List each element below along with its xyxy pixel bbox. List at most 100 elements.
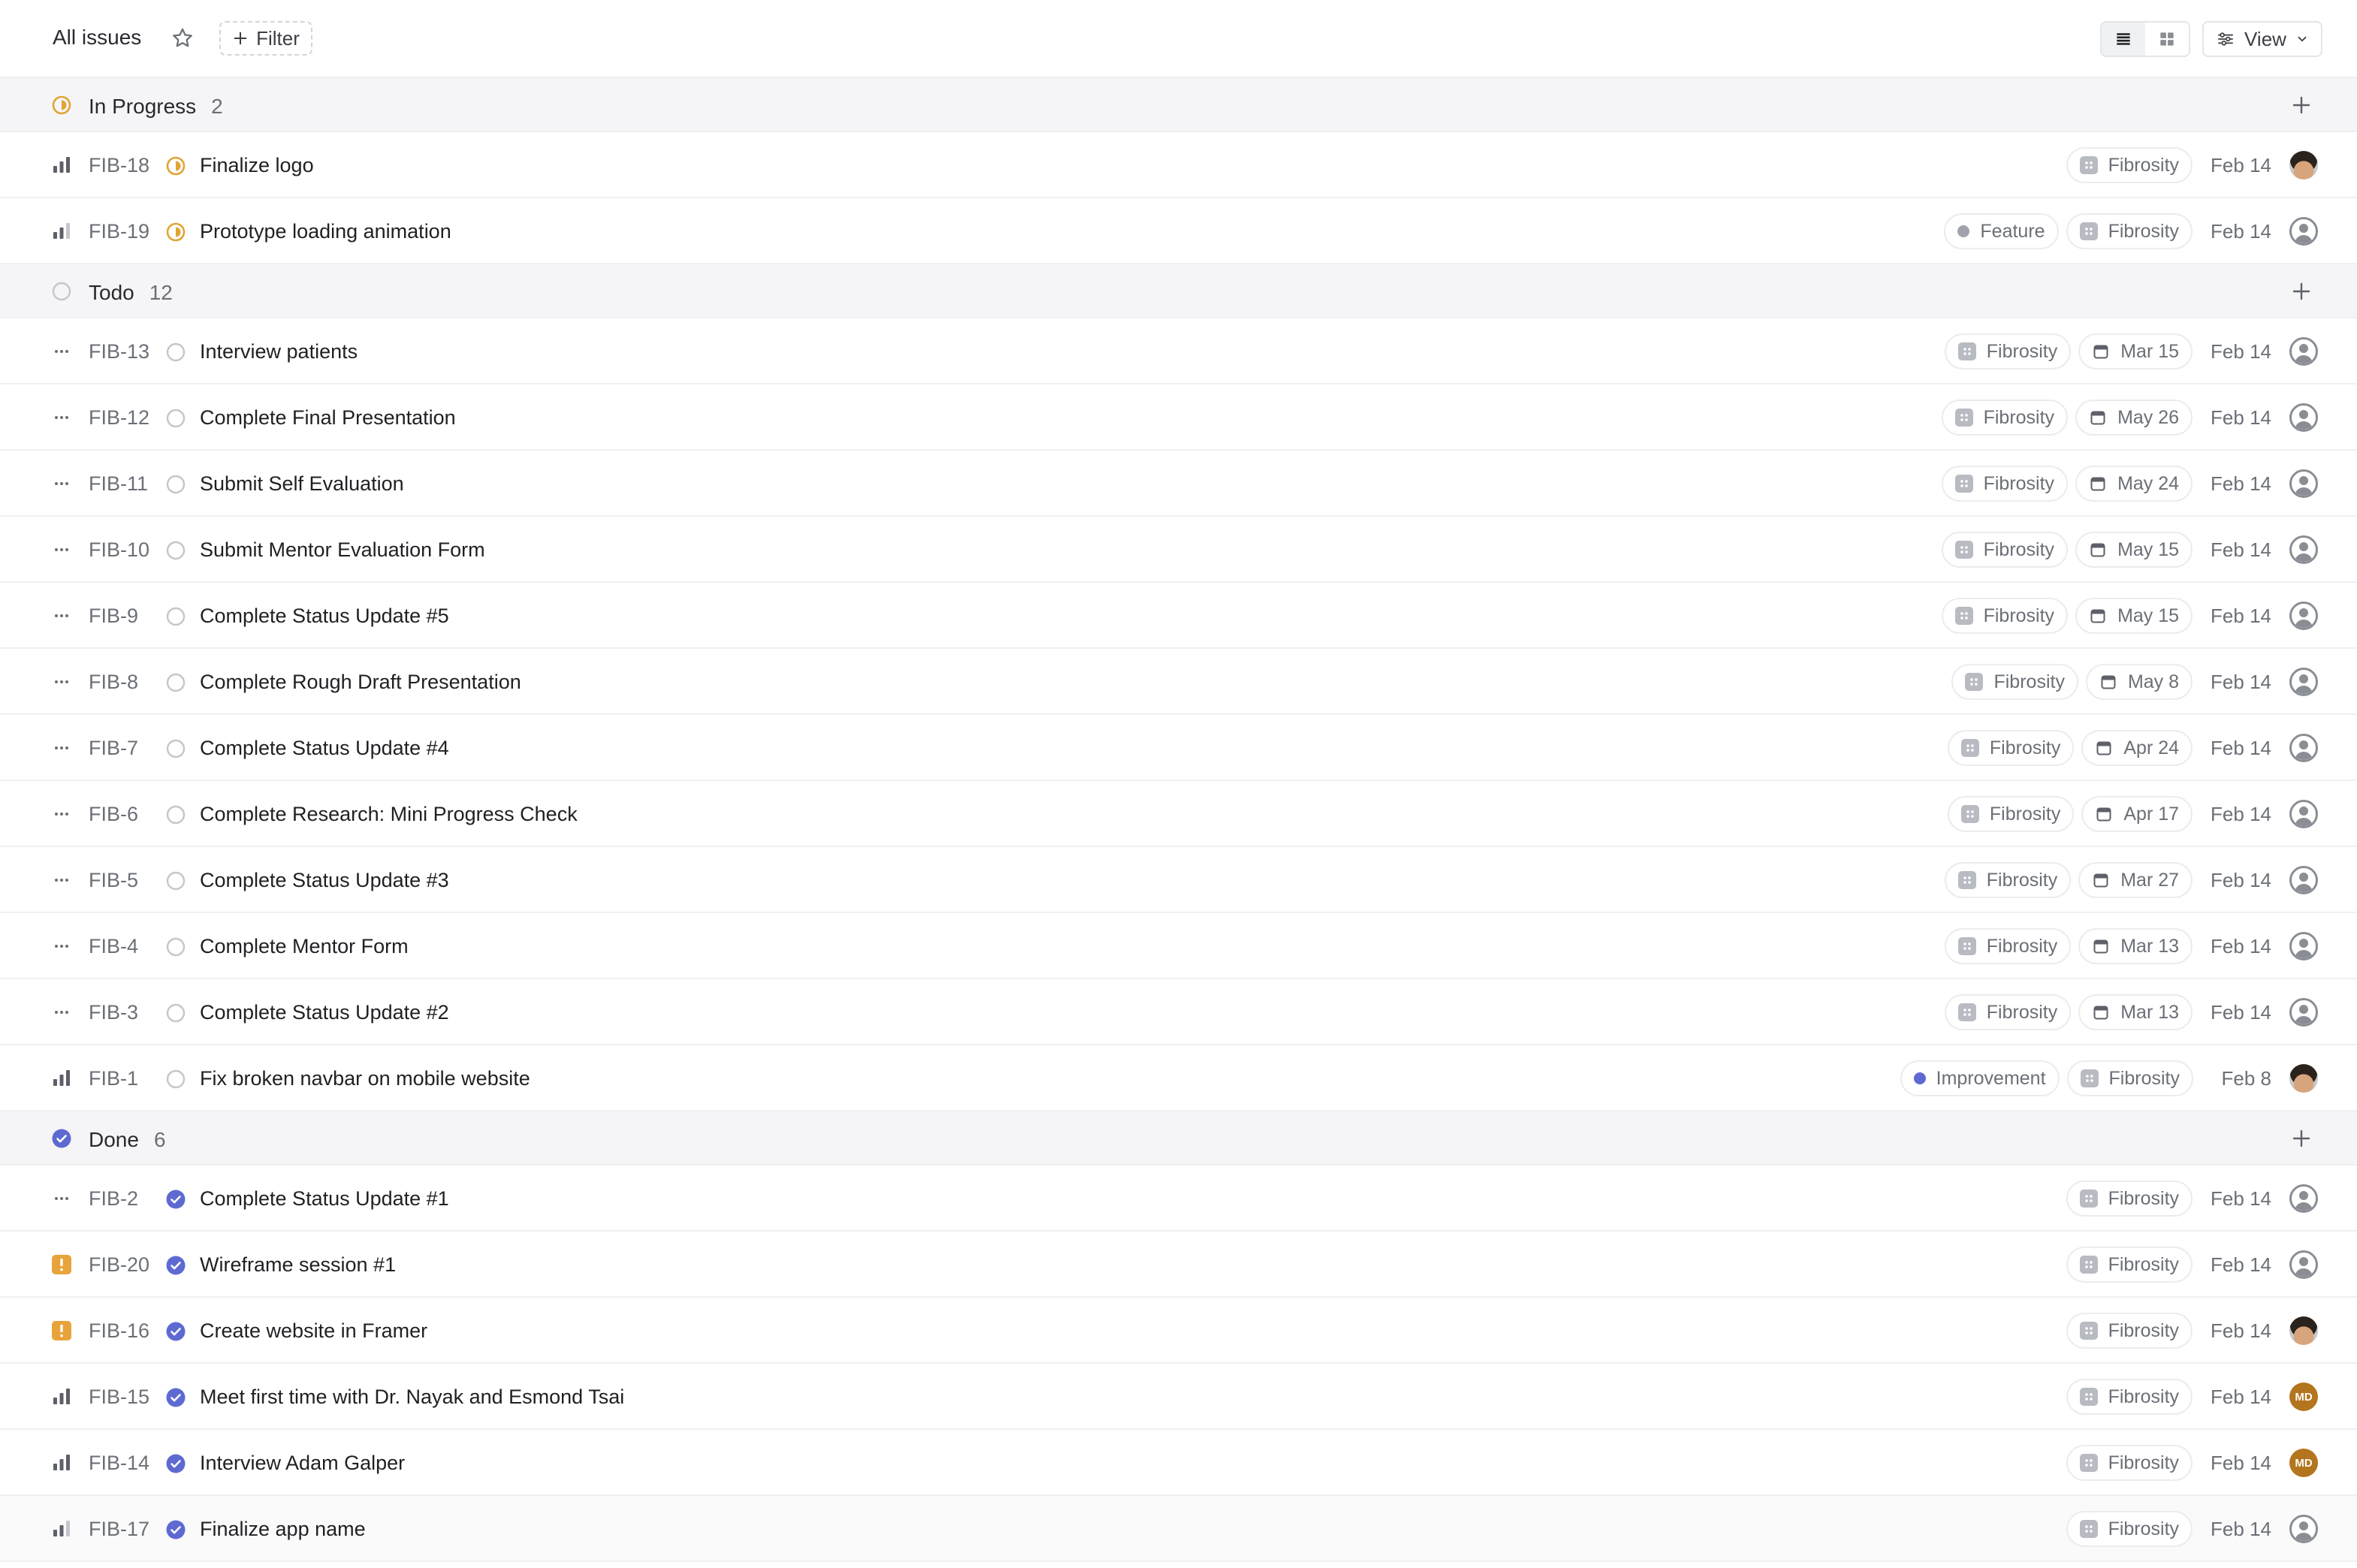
due-date-chip[interactable]: Mar 13 [2078, 928, 2193, 964]
todo-status-icon[interactable] [165, 1003, 186, 1024]
todo-status-icon[interactable] [165, 606, 186, 627]
add-issue-icon[interactable] [2289, 1126, 2313, 1150]
todo-status-icon[interactable] [165, 342, 186, 363]
due-date-chip[interactable]: Apr 24 [2081, 730, 2193, 766]
add-issue-icon[interactable] [2289, 93, 2313, 117]
unassigned-avatar-icon[interactable] [2289, 1184, 2318, 1213]
project-chip[interactable]: Fibrosity [1944, 994, 2072, 1030]
due-date-chip[interactable]: May 26 [2075, 400, 2193, 436]
due-date-chip[interactable]: Mar 15 [2078, 333, 2193, 369]
unassigned-avatar-icon[interactable] [2289, 602, 2318, 630]
list-layout-button[interactable] [2102, 23, 2145, 56]
assignee-avatar[interactable] [2289, 1064, 2318, 1093]
project-chip[interactable]: Fibrosity [2066, 1313, 2193, 1349]
project-chip[interactable]: Fibrosity [1944, 333, 2072, 369]
unassigned-avatar-icon[interactable] [2289, 217, 2318, 246]
group-header-done[interactable]: Done 6 [0, 1111, 2357, 1165]
issue-row[interactable]: FIB-3 Complete Status Update #2 Fibrosity M… [0, 979, 2357, 1045]
due-date-chip[interactable]: May 15 [2075, 532, 2193, 568]
project-chip[interactable]: Fibrosity [1944, 862, 2072, 898]
project-chip[interactable]: Fibrosity [2066, 1379, 2193, 1415]
due-date-chip[interactable]: Apr 17 [2081, 796, 2193, 832]
todo-status-icon[interactable] [165, 870, 186, 891]
due-date-chip[interactable]: May 8 [2085, 664, 2193, 700]
add-issue-icon[interactable] [2289, 279, 2313, 303]
unassigned-avatar-icon[interactable] [2289, 337, 2318, 366]
issue-row[interactable]: FIB-5 Complete Status Update #3 Fibrosity M… [0, 847, 2357, 913]
issue-row[interactable]: FIB-2 Complete Status Update #1 Fibrosity F… [0, 1165, 2357, 1232]
project-chip[interactable]: Fibrosity [2066, 1060, 2193, 1096]
unassigned-avatar-icon[interactable] [2289, 800, 2318, 828]
unassigned-avatar-icon[interactable] [2289, 1515, 2318, 1543]
issue-row[interactable]: FIB-4 Complete Mentor Form Fibrosity Mar 13… [0, 913, 2357, 979]
unassigned-avatar-icon[interactable] [2289, 535, 2318, 564]
unassigned-avatar-icon[interactable] [2289, 1250, 2318, 1279]
in-progress-status-icon[interactable] [165, 222, 186, 243]
todo-status-icon[interactable] [165, 936, 186, 957]
issue-row[interactable]: FIB-15 Meet first time with Dr. Nayak and… [0, 1364, 2357, 1430]
todo-status-icon[interactable] [165, 672, 186, 693]
project-chip[interactable]: Fibrosity [1951, 664, 2078, 700]
done-status-icon[interactable] [165, 1519, 186, 1540]
project-chip[interactable]: Fibrosity [1941, 532, 2069, 568]
unassigned-avatar-icon[interactable] [2289, 734, 2318, 762]
project-chip[interactable]: Fibrosity [2066, 147, 2193, 183]
todo-status-icon[interactable] [165, 408, 186, 429]
done-status-icon[interactable] [165, 1255, 186, 1276]
label-chip[interactable]: Feature [1944, 213, 2059, 249]
project-chip[interactable]: Fibrosity [2066, 1445, 2193, 1481]
issue-row[interactable]: FIB-7 Complete Status Update #4 Fibrosity A… [0, 715, 2357, 781]
issue-row[interactable]: FIB-12 Complete Final Presentation Fibrosi… [0, 384, 2357, 451]
done-status-icon[interactable] [165, 1321, 186, 1342]
todo-status-icon[interactable] [165, 1069, 186, 1090]
group-header-in_progress[interactable]: In Progress 2 [0, 78, 2357, 132]
project-chip[interactable]: Fibrosity [1947, 730, 2075, 766]
due-date-chip[interactable]: Mar 13 [2078, 994, 2193, 1030]
issue-row[interactable]: FIB-8 Complete Rough Draft Presentation Fi… [0, 649, 2357, 715]
issue-row[interactable]: FIB-11 Submit Self Evaluation Fibrosity May… [0, 451, 2357, 517]
issue-row[interactable]: FIB-19 Prototype loading animation Feature… [0, 198, 2357, 264]
project-chip[interactable]: Fibrosity [1941, 598, 2069, 634]
issue-row[interactable]: FIB-20 Wireframe session #1 Fibrosity Feb 1… [0, 1232, 2357, 1298]
done-status-icon[interactable] [165, 1453, 186, 1474]
star-icon[interactable] [170, 26, 195, 51]
unassigned-avatar-icon[interactable] [2289, 998, 2318, 1027]
issue-row[interactable]: FIB-10 Submit Mentor Evaluation Form Fibro… [0, 517, 2357, 583]
due-date-chip[interactable]: May 24 [2075, 466, 2193, 502]
project-chip[interactable]: Fibrosity [1947, 796, 2075, 832]
due-date-chip[interactable]: May 15 [2075, 598, 2193, 634]
issue-row[interactable]: FIB-9 Complete Status Update #5 Fibrosity M… [0, 583, 2357, 649]
todo-status-icon[interactable] [165, 738, 186, 759]
board-layout-button[interactable] [2145, 23, 2189, 56]
issue-row[interactable]: FIB-16 Create website in Framer Fibrosity F… [0, 1298, 2357, 1364]
unassigned-avatar-icon[interactable] [2289, 668, 2318, 696]
project-chip[interactable]: Fibrosity [2066, 213, 2193, 249]
issue-row[interactable]: FIB-13 Interview patients Fibrosity Mar 15 F… [0, 318, 2357, 384]
unassigned-avatar-icon[interactable] [2289, 469, 2318, 498]
assignee-avatar[interactable]: MD [2289, 1449, 2318, 1477]
project-chip[interactable]: Fibrosity [1941, 400, 2069, 436]
unassigned-avatar-icon[interactable] [2289, 866, 2318, 894]
project-chip[interactable]: Fibrosity [1941, 466, 2069, 502]
unassigned-avatar-icon[interactable] [2289, 932, 2318, 960]
due-date-chip[interactable]: Mar 27 [2078, 862, 2193, 898]
assignee-avatar[interactable] [2289, 1316, 2318, 1345]
issue-row[interactable]: FIB-17 Finalize app name Fibrosity Feb 14 [0, 1496, 2357, 1562]
project-chip[interactable]: Fibrosity [2066, 1247, 2193, 1283]
issue-row[interactable]: FIB-18 Finalize logo Fibrosity Feb 14 [0, 132, 2357, 198]
todo-status-icon[interactable] [165, 474, 186, 495]
todo-status-icon[interactable] [165, 804, 186, 825]
issue-row[interactable]: FIB-6 Complete Research: Mini Progress Ch… [0, 781, 2357, 847]
assignee-avatar[interactable]: MD [2289, 1383, 2318, 1411]
done-status-icon[interactable] [165, 1387, 186, 1408]
issue-row[interactable]: FIB-1 Fix broken navbar on mobile website… [0, 1045, 2357, 1111]
todo-status-icon[interactable] [165, 540, 186, 561]
label-chip[interactable]: Improvement [1900, 1060, 2060, 1096]
project-chip[interactable]: Fibrosity [1944, 928, 2072, 964]
done-status-icon[interactable] [165, 1189, 186, 1210]
view-button[interactable]: View [2202, 21, 2322, 57]
in-progress-status-icon[interactable] [165, 155, 186, 176]
project-chip[interactable]: Fibrosity [2066, 1511, 2193, 1547]
assignee-avatar[interactable] [2289, 151, 2318, 179]
unassigned-avatar-icon[interactable] [2289, 403, 2318, 432]
